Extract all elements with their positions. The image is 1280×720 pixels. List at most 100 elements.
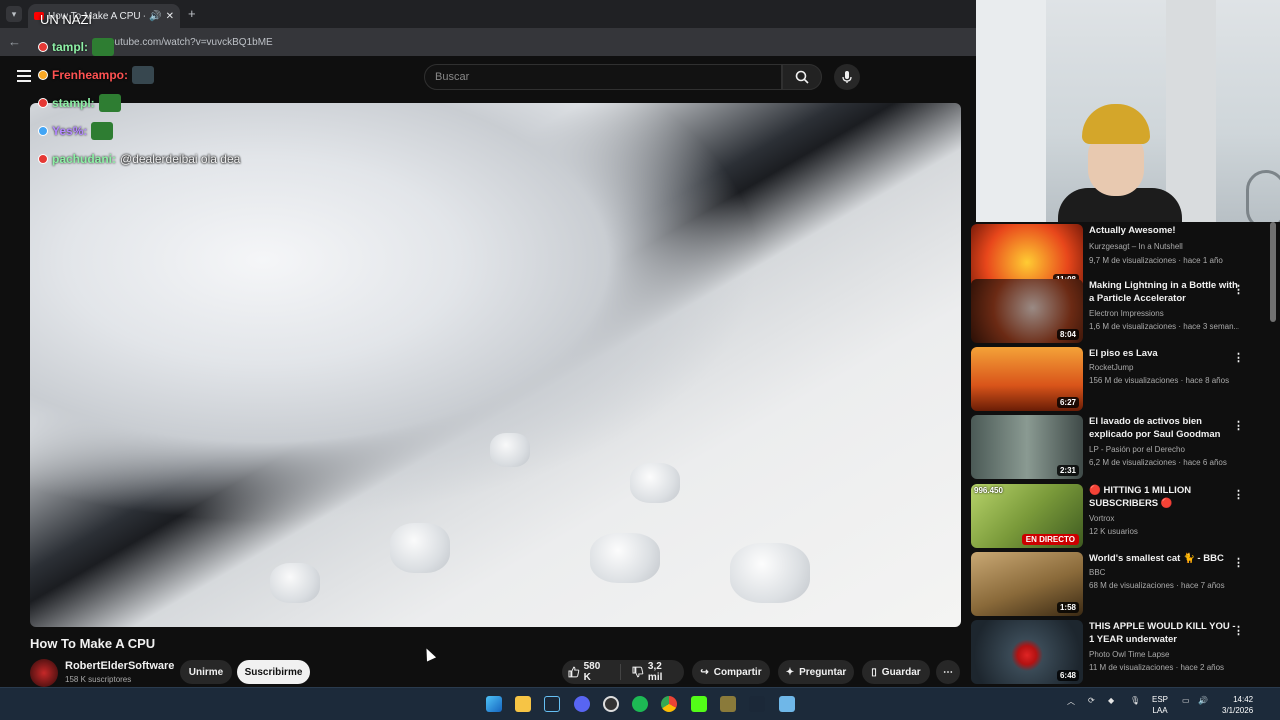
recommendation-title[interactable]: THIS APPLE WOULD KILL YOU - 1 YEAR under…: [1089, 620, 1239, 646]
recommendation-item[interactable]: 6:48 THIS APPLE WOULD KILL YOU - 1 YEAR …: [971, 620, 1271, 684]
share-button[interactable]: ↪ Compartir: [692, 660, 770, 684]
recommendation-item[interactable]: 6:27 El piso es Lava RocketJump 156 M de…: [971, 347, 1271, 411]
file-explorer-icon[interactable]: [515, 696, 531, 712]
recommendation-title[interactable]: El piso es Lava: [1089, 347, 1239, 360]
overlay-top-text: UN NAZI: [40, 12, 92, 27]
network-icon[interactable]: ▭: [1182, 696, 1190, 705]
emote-icon: [98, 94, 121, 112]
notepad-icon[interactable]: [779, 696, 795, 712]
join-button[interactable]: Unirme: [180, 660, 232, 684]
recommendation-title[interactable]: 🔴 HITTING 1 MILLION SUBSCRIBERS 🔴: [1089, 484, 1239, 510]
search-button[interactable]: [782, 64, 822, 90]
close-tab-icon[interactable]: ✕: [166, 11, 174, 22]
app-icon[interactable]: [720, 696, 736, 712]
sidebar-scrollbar[interactable]: [1270, 222, 1276, 322]
chat-message: stampl:: [38, 94, 121, 112]
video-frame-detail: [630, 463, 680, 503]
chair: [1246, 170, 1280, 222]
more-options-icon[interactable]: ⋮: [1233, 488, 1244, 501]
chat-message: pachudani: @dealerdeibai ola dea: [38, 152, 240, 166]
video-thumbnail[interactable]: 8:04: [971, 279, 1083, 343]
steam-icon[interactable]: [749, 696, 765, 712]
recommendation-title[interactable]: Making Lightning in a Bottle with a Part…: [1089, 279, 1239, 305]
video-thumbnail[interactable]: 6:27: [971, 347, 1083, 411]
volume-icon[interactable]: 🔊: [1198, 696, 1208, 705]
ask-button[interactable]: ✦ Preguntar: [778, 660, 854, 684]
save-button[interactable]: ▯ Guardar: [862, 660, 930, 684]
recommendation-channel[interactable]: Vortrox: [1089, 514, 1114, 523]
subscribe-button[interactable]: Suscribirme: [237, 660, 310, 684]
steam-icon[interactable]: [544, 696, 560, 712]
recommendation-item[interactable]: 2:31 El lavado de activos bien explicado…: [971, 415, 1271, 479]
tray-chevron-icon[interactable]: ︿: [1067, 696, 1075, 707]
recommendation-item[interactable]: 1:58 World's smallest cat 🐈 - BBC BBC 68…: [971, 552, 1271, 616]
thumbs-up-icon: [568, 666, 580, 678]
chat-message: tampl:: [38, 38, 114, 56]
video-thumbnail[interactable]: 996.450 EN DIRECTO: [971, 484, 1083, 548]
ask-label: Preguntar: [799, 666, 847, 678]
live-viewer-count: 996.450: [974, 486, 1003, 495]
discord-icon[interactable]: [574, 696, 590, 712]
recommendation-title[interactable]: World's smallest cat 🐈 - BBC: [1089, 552, 1239, 565]
more-options-icon[interactable]: ⋮: [1233, 624, 1244, 637]
language-indicator[interactable]: ESP LAA: [1152, 694, 1168, 716]
kick-icon[interactable]: [691, 696, 707, 712]
more-options-icon[interactable]: ⋮: [1233, 283, 1244, 296]
more-options-icon[interactable]: ⋮: [1233, 419, 1244, 432]
chat-text: @dealerdeibai ola dea: [120, 152, 241, 166]
recommendation-item[interactable]: 8:04 Making Lightning in a Bottle with a…: [971, 279, 1271, 343]
video-thumbnail[interactable]: 6:48: [971, 620, 1083, 684]
thumbs-down-icon: [632, 666, 644, 678]
system-clock[interactable]: 14:42 3/1/2026: [1222, 694, 1253, 716]
badge-icon: [38, 42, 48, 52]
spotify-icon[interactable]: [632, 696, 648, 712]
video-thumbnail[interactable]: 2:31: [971, 415, 1083, 479]
windows-taskbar: ︿ ⟳ ◆ 🎙 ESP LAA ▭ 🔊 14:42 3/1/2026: [0, 687, 1280, 720]
menu-icon[interactable]: [17, 70, 31, 85]
search-input[interactable]: Buscar: [424, 64, 782, 90]
recommendations-sidebar: 11:08 Actually Awesome! Kurzgesagt – In …: [966, 222, 1280, 687]
recommendation-channel[interactable]: Photo Owl Time Lapse: [1089, 650, 1169, 659]
sync-icon[interactable]: ⟳: [1088, 696, 1095, 705]
video-thumbnail[interactable]: 1:58: [971, 552, 1083, 616]
chat-username: stampl:: [52, 96, 95, 110]
badge-icon: [38, 154, 48, 164]
dislike-button[interactable]: 3,2 mil: [626, 661, 684, 683]
clock-date: 3/1/2026: [1222, 706, 1254, 715]
more-options-icon[interactable]: ⋮: [1233, 351, 1244, 364]
streamer-figure: [1058, 104, 1182, 222]
new-tab-button[interactable]: +: [188, 6, 196, 21]
microphone-icon[interactable]: 🎙: [1130, 696, 1140, 705]
channel-name[interactable]: RobertElderSoftware: [65, 660, 174, 672]
video-player[interactable]: [30, 103, 961, 627]
audio-icon[interactable]: 🔊: [149, 11, 161, 22]
voice-search-button[interactable]: [834, 64, 860, 90]
chat-username: Frenheampo:: [52, 68, 129, 82]
recommendation-title[interactable]: Actually Awesome!: [1089, 224, 1239, 237]
mouse-cursor-icon: [421, 646, 437, 662]
recommendation-channel[interactable]: RocketJump: [1089, 363, 1133, 372]
start-icon[interactable]: [486, 696, 502, 712]
recommendation-channel[interactable]: BBC: [1089, 568, 1105, 577]
like-button[interactable]: 580 K: [562, 661, 615, 683]
chrome-icon[interactable]: [661, 696, 677, 712]
video-frame-detail: [390, 523, 450, 573]
obs-icon[interactable]: [603, 696, 619, 712]
more-actions-button[interactable]: ⋯: [936, 660, 960, 684]
recommendation-channel[interactable]: LP - Pasión por el Derecho: [1089, 445, 1185, 454]
more-options-icon[interactable]: ⋮: [1233, 556, 1244, 569]
recommendation-meta: 68 M de visualizaciones · hace 7 años: [1089, 581, 1225, 590]
url-field[interactable]: youtube.com/watch?v=vuvckBQ1bME: [104, 37, 273, 48]
defender-icon[interactable]: ◆: [1108, 696, 1114, 705]
back-arrow-icon[interactable]: ←: [8, 34, 21, 49]
sparkle-icon: ✦: [785, 666, 795, 678]
video-frame-detail: [270, 563, 320, 603]
channel-avatar[interactable]: [30, 659, 58, 687]
tab-search-button[interactable]: ▾: [6, 6, 22, 22]
badge-icon: [38, 98, 48, 108]
video-frame-detail: [590, 533, 660, 583]
recommendation-channel[interactable]: Kurzgesagt – In a Nutshell: [1089, 242, 1183, 251]
recommendation-item[interactable]: 996.450 EN DIRECTO 🔴 HITTING 1 MILLION S…: [971, 484, 1271, 548]
recommendation-title[interactable]: El lavado de activos bien explicado por …: [1089, 415, 1239, 441]
recommendation-channel[interactable]: Electron Impressions: [1089, 309, 1164, 318]
